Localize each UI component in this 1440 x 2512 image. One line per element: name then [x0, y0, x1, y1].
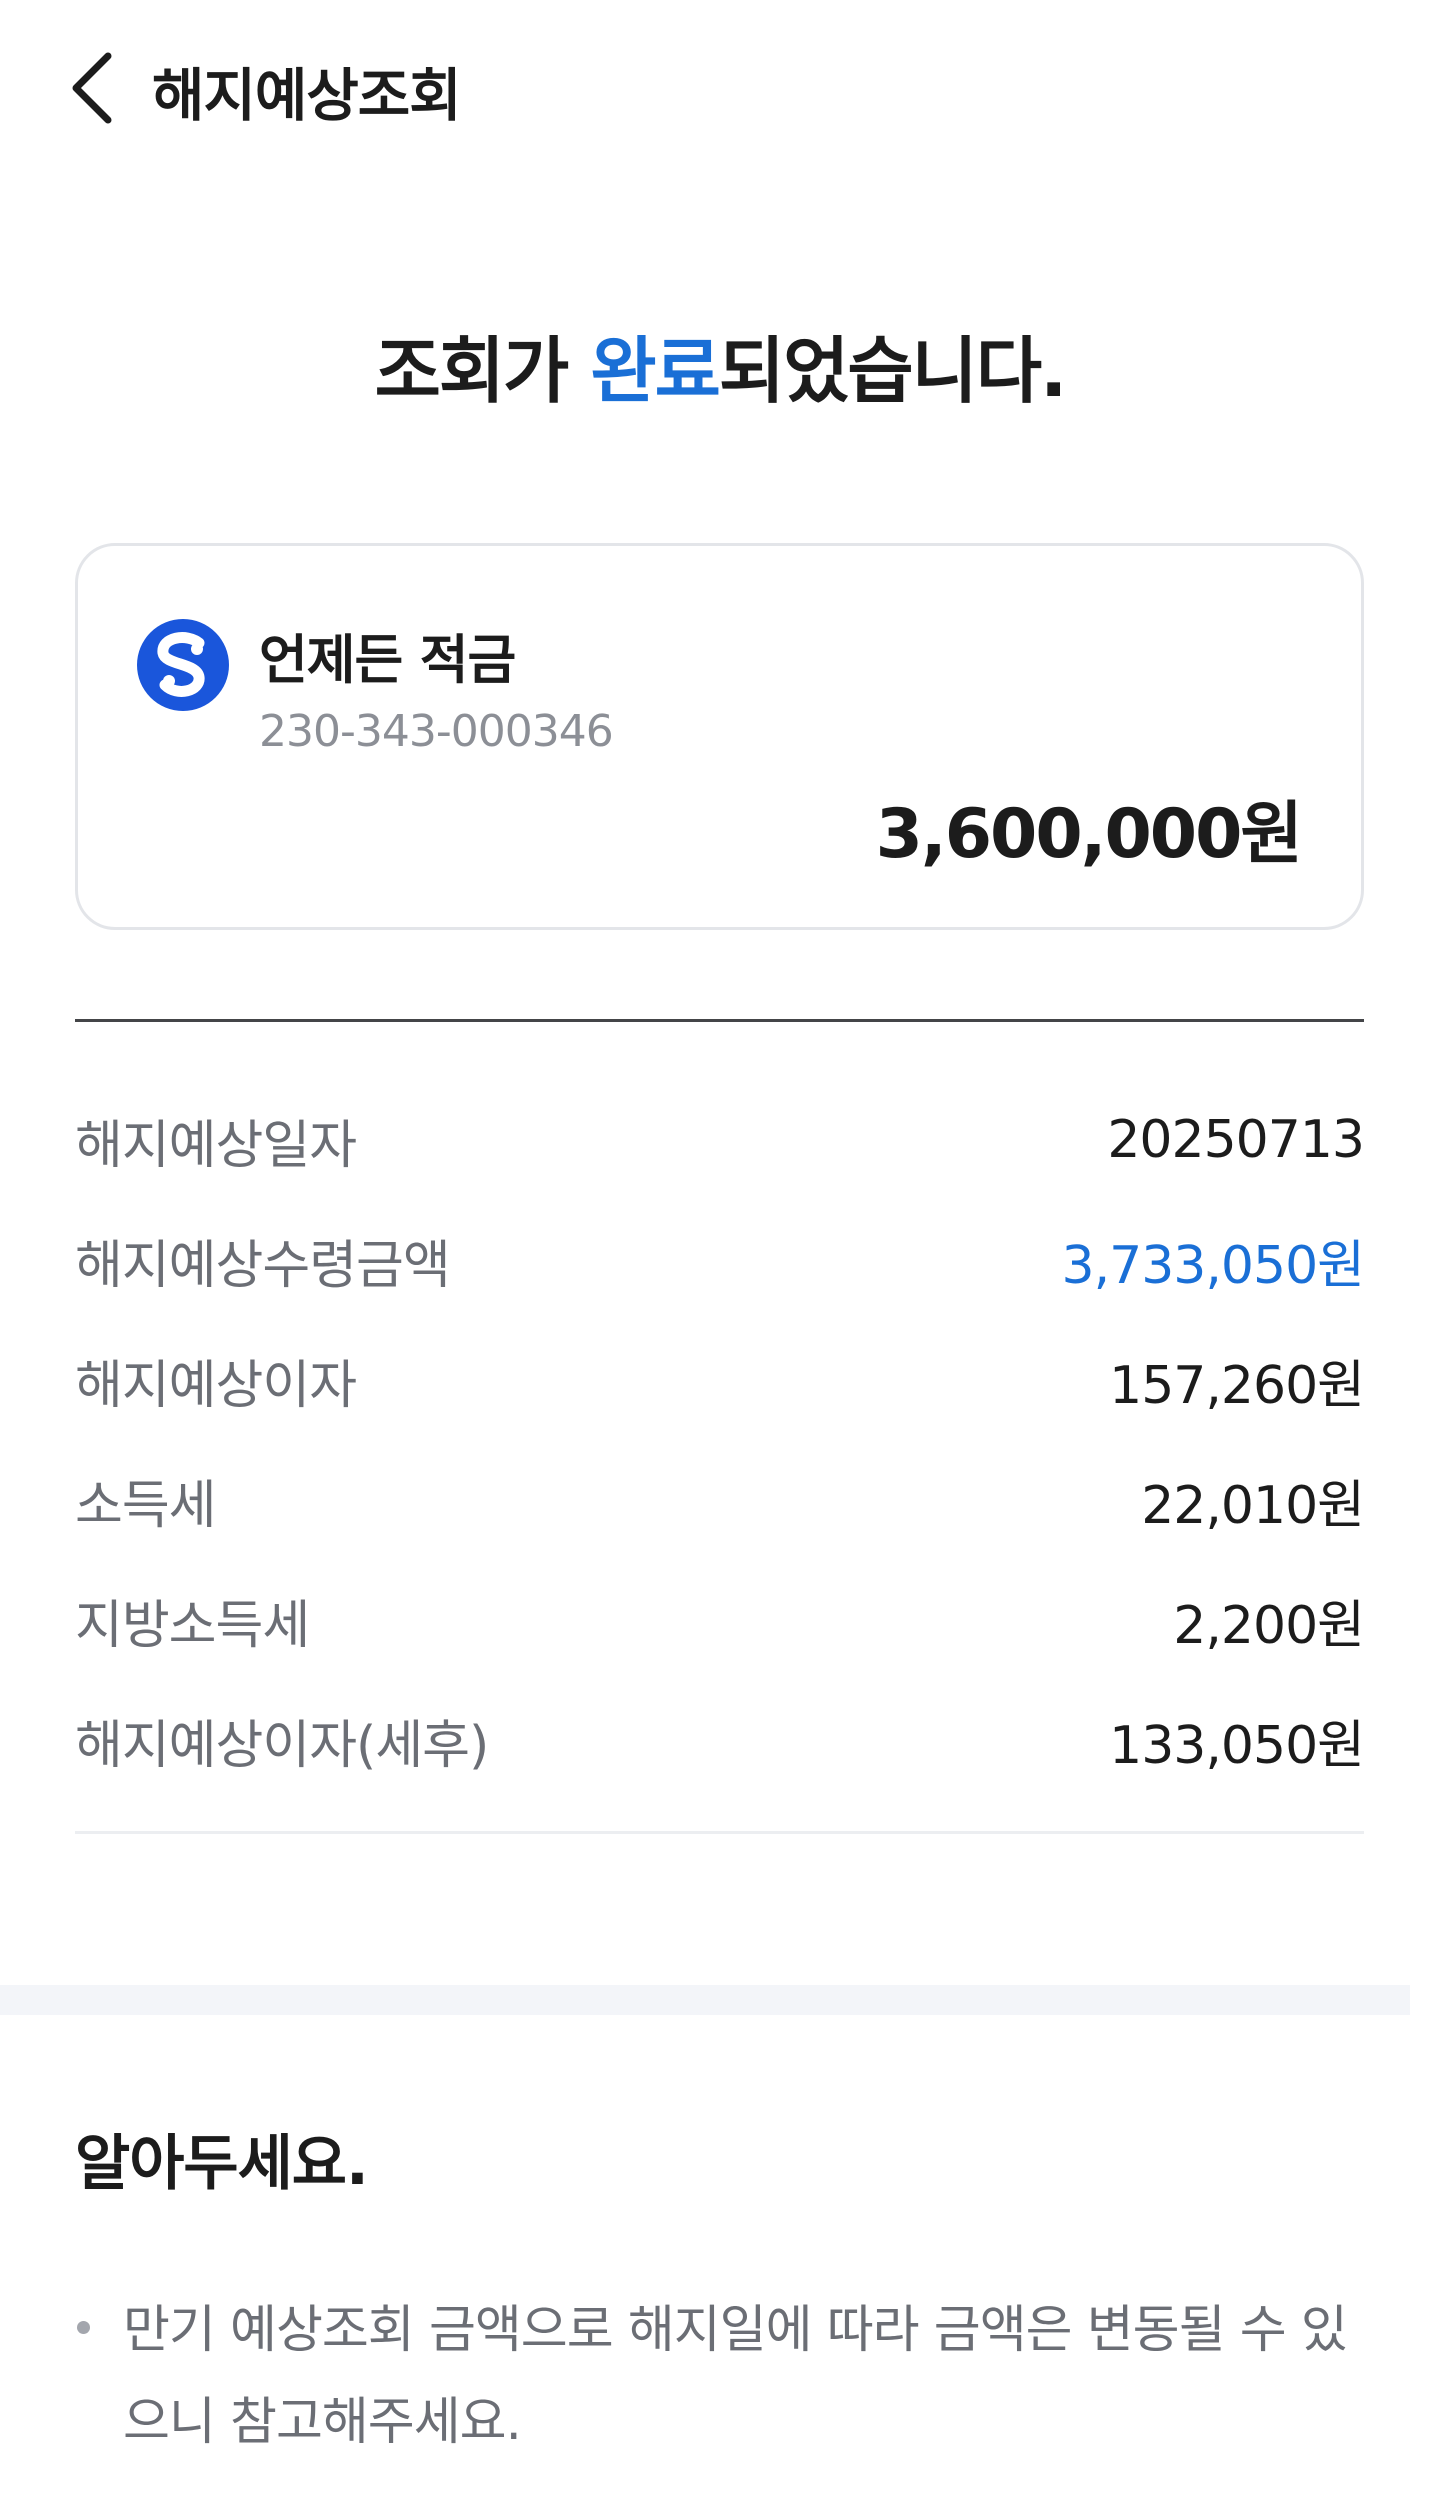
notice-item: 만기 예상조회 금액으로 해지일에 따라 금액은 변동될 수 있으니 참고해주세…	[75, 2285, 1365, 2469]
detail-value: 3,733,050원	[1061, 1235, 1365, 1296]
detail-value: 157,260원	[1109, 1355, 1365, 1416]
detail-label: 해지예상이자	[75, 1355, 357, 1416]
detail-value: 133,050원	[1109, 1715, 1365, 1776]
account-card: 언제든 적금 230-343-000346 3,600,000원	[75, 543, 1364, 930]
bullet-icon	[75, 2285, 123, 2469]
result-heading-suffix: 되었습니다.	[718, 329, 1068, 413]
app-screen: 해지예상조회 조회가 완료되었습니다. 언제든 적금 230-343-00034…	[0, 0, 1440, 2512]
detail-value: 2,200원	[1173, 1595, 1365, 1656]
detail-label: 해지예상수령금액	[75, 1235, 451, 1296]
details-bottom-divider	[75, 1831, 1364, 1834]
notice-title: 알아두세요.	[75, 2129, 369, 2199]
page-title: 해지예상조회	[152, 63, 462, 129]
chevron-left-icon	[72, 52, 112, 124]
detail-label: 해지예상일자	[75, 1115, 357, 1176]
detail-row-income-tax: 소득세 22,010원	[75, 1440, 1365, 1560]
detail-value: 20250713	[1107, 1110, 1365, 1170]
detail-label: 지방소득세	[75, 1595, 310, 1656]
detail-row-expected-payout: 해지예상수령금액 3,733,050원	[75, 1200, 1365, 1320]
header: 해지예상조회	[0, 0, 1440, 176]
account-number: 230-343-000346	[259, 706, 614, 757]
detail-row-expected-date: 해지예상일자 20250713	[75, 1080, 1365, 1200]
detail-row-expected-interest: 해지예상이자 157,260원	[75, 1320, 1365, 1440]
account-balance: 3,600,000원	[875, 795, 1303, 874]
detail-row-after-tax-interest: 해지예상이자(세후) 133,050원	[75, 1680, 1365, 1800]
result-heading-prefix: 조회가	[374, 329, 591, 413]
details-list: 해지예상일자 20250713 해지예상수령금액 3,733,050원 해지예상…	[75, 1080, 1365, 1800]
detail-label: 해지예상이자(세후)	[75, 1715, 489, 1776]
detail-value: 22,010원	[1141, 1475, 1365, 1536]
detail-row-local-income-tax: 지방소득세 2,200원	[75, 1560, 1365, 1680]
section-divider	[75, 1019, 1364, 1022]
back-button[interactable]	[56, 40, 128, 136]
result-heading-accent: 완료	[590, 329, 720, 413]
account-name: 언제든 적금	[259, 630, 516, 691]
notice-text: 만기 예상조회 금액으로 해지일에 따라 금액은 변동될 수 있으니 참고해주세…	[123, 2301, 1348, 2452]
section-separator-band	[0, 1985, 1410, 2015]
detail-label: 소득세	[75, 1475, 217, 1536]
shinhan-bank-logo-icon	[137, 619, 229, 711]
result-heading: 조회가 완료되었습니다.	[0, 312, 1440, 417]
